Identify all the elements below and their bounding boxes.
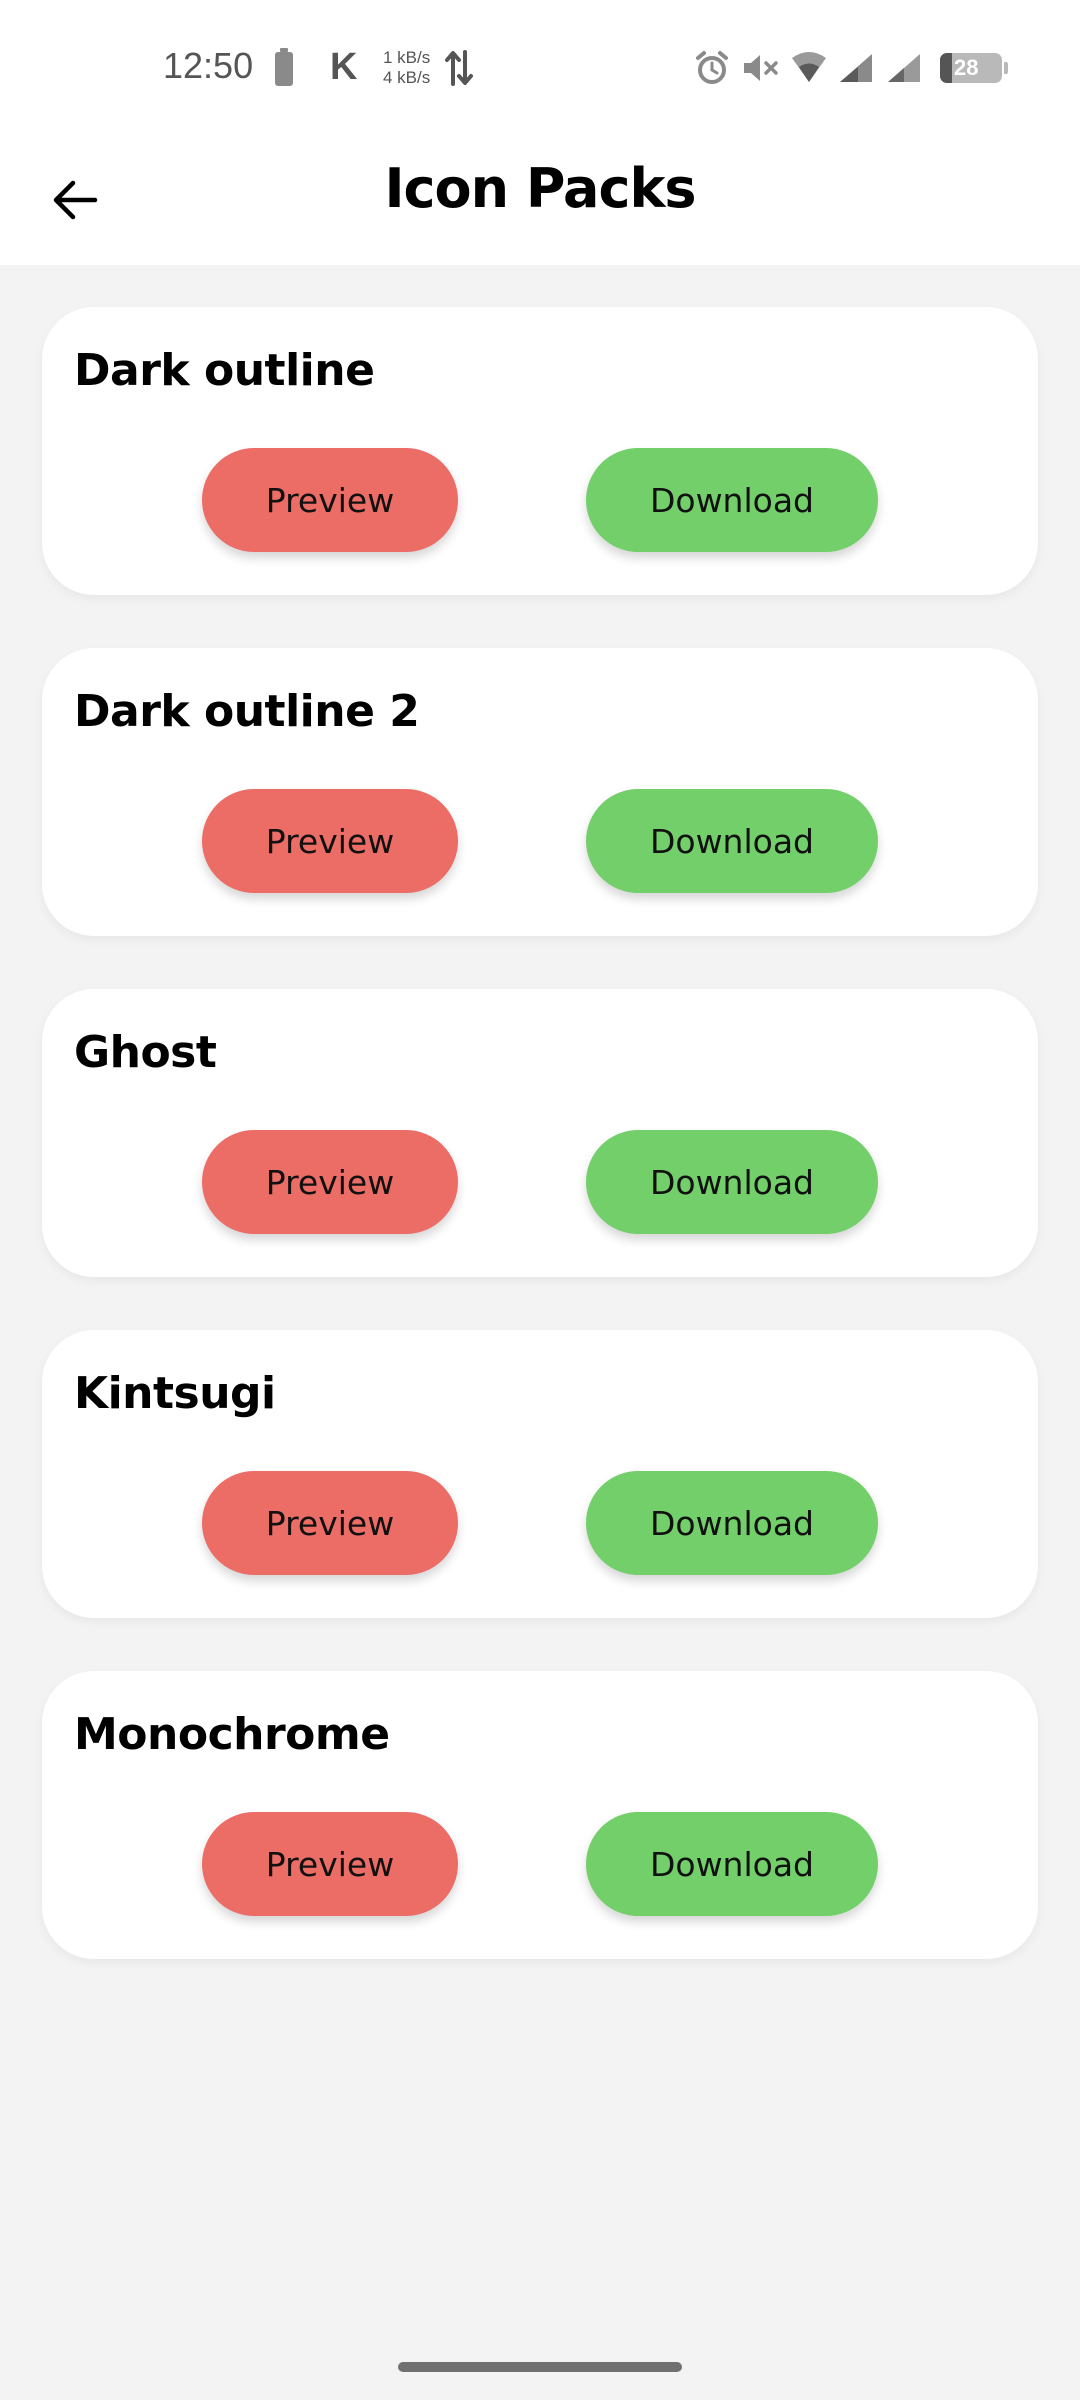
icon-pack-name: Kintsugi [74,1368,276,1419]
icon-pack-name: Dark outline [74,345,375,396]
preview-button[interactable]: Preview [202,1812,458,1916]
battery-icon: 28 [940,53,1008,83]
home-indicator[interactable] [398,2362,682,2372]
preview-button[interactable]: Preview [202,1130,458,1234]
download-button[interactable]: Download [586,448,878,552]
download-button[interactable]: Download [586,1471,878,1575]
icon-pack-card: Monochrome Preview Download [42,1671,1038,1959]
icon-pack-list: Dark outline Preview Download Dark outli… [42,307,1038,2012]
data-transfer-icon [445,50,473,86]
status-bar: 12:50 K 1 kB/s 4 kB/s 28 [0,0,1080,135]
page-title: Icon Packs [384,157,696,220]
preview-button[interactable]: Preview [202,789,458,893]
preview-button[interactable]: Preview [202,448,458,552]
signal-icon-2 [888,54,920,82]
download-button[interactable]: Download [586,789,878,893]
icon-pack-card: Kintsugi Preview Download [42,1330,1038,1618]
icon-pack-card: Dark outline Preview Download [42,307,1038,595]
carrier-icon: K [330,46,358,88]
status-icons: 28 [694,48,1008,88]
speed-down-text: 4 kB/s [383,68,431,87]
preview-button[interactable]: Preview [202,1471,458,1575]
download-button[interactable]: Download [586,1130,878,1234]
status-time: 12:50 [163,45,254,86]
battery-saver-icon [275,48,293,86]
mute-icon [744,55,778,81]
icon-pack-card: Dark outline 2 Preview Download [42,648,1038,936]
network-speed: 1 kB/s 4 kB/s [383,48,430,88]
battery-level-text: 28 [954,55,979,80]
alarm-icon [696,51,728,84]
app-bar: Icon Packs [0,135,1080,265]
icon-pack-name: Ghost [74,1027,217,1078]
speed-up-text: 1 kB/s [383,48,431,67]
signal-icon [840,54,872,82]
wifi-icon [792,52,826,82]
download-button[interactable]: Download [586,1812,878,1916]
icon-pack-name: Dark outline 2 [74,686,420,737]
icon-pack-name: Monochrome [74,1709,390,1760]
icon-pack-card: Ghost Preview Download [42,989,1038,1277]
